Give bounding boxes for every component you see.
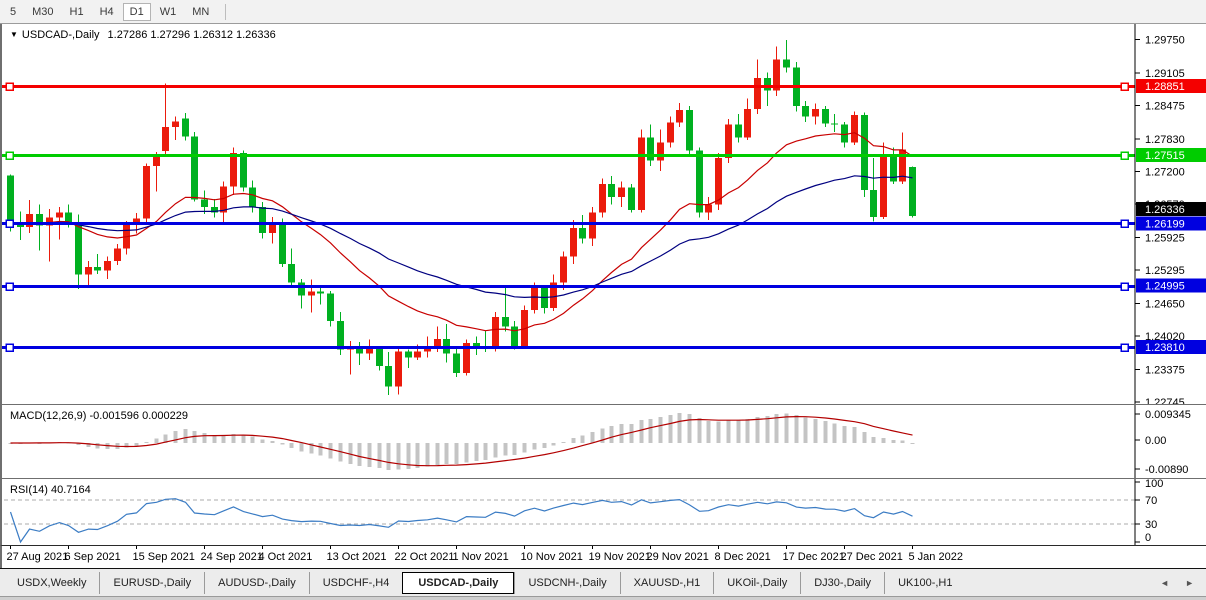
svg-text:10 Nov 2021: 10 Nov 2021 — [521, 551, 583, 563]
svg-text:1.25295: 1.25295 — [1145, 265, 1185, 277]
rsi-canvas[interactable]: 100 70 300 — [2, 479, 1206, 545]
svg-text:17 Dec 2021: 17 Dec 2021 — [783, 551, 845, 563]
price-chart-pane[interactable]: 1.297501.291051.284751.278301.272001.265… — [0, 24, 1206, 405]
svg-text:1 Nov 2021: 1 Nov 2021 — [453, 551, 509, 563]
svg-text:4 Oct 2021: 4 Oct 2021 — [259, 551, 313, 563]
svg-text:29 Nov 2021: 29 Nov 2021 — [647, 551, 709, 563]
tab-eurusd-daily[interactable]: EURUSD-,Daily — [99, 572, 204, 594]
svg-text:1.26336: 1.26336 — [1145, 204, 1185, 216]
svg-text:6 Sep 2021: 6 Sep 2021 — [65, 551, 121, 563]
svg-text:1.27830: 1.27830 — [1145, 134, 1185, 146]
svg-text:0.009345: 0.009345 — [1145, 409, 1191, 421]
svg-text:1.25925: 1.25925 — [1145, 233, 1185, 245]
timeframe-toolbar: 5 M30 H1 H4 D1 W1 MN — [0, 0, 1206, 24]
svg-text:1.28851: 1.28851 — [1145, 81, 1185, 93]
svg-text:19 Nov 2021: 19 Nov 2021 — [589, 551, 651, 563]
date-axis-canvas: 27 Aug 20216 Sep 2021 15 Sep 2021 24 Sep 2… — [2, 546, 1206, 568]
macd-title: MACD(12,26,9) -0.001596 0.000229 — [10, 410, 188, 422]
timeframe-d1-button[interactable]: D1 — [123, 3, 151, 21]
date-axis[interactable]: 27 Aug 20216 Sep 2021 15 Sep 2021 24 Sep 2… — [0, 546, 1206, 568]
svg-text:5 Jan 2022: 5 Jan 2022 — [909, 551, 963, 563]
svg-text:0.00: 0.00 — [1145, 435, 1166, 447]
svg-text:70: 70 — [1145, 495, 1157, 507]
svg-text:0: 0 — [1145, 532, 1151, 544]
svg-text:1.28475: 1.28475 — [1145, 100, 1185, 112]
svg-text:27 Dec 2021: 27 Dec 2021 — [841, 551, 903, 563]
window-bottom-strip — [0, 596, 1206, 600]
timeframe-h4-button[interactable]: H4 — [93, 3, 121, 21]
svg-text:1.29105: 1.29105 — [1145, 68, 1185, 80]
svg-text:30: 30 — [1145, 519, 1157, 531]
tab-scroll-left-icon[interactable]: ◄ — [1160, 578, 1169, 588]
svg-text:1.24995: 1.24995 — [1145, 281, 1185, 293]
svg-text:27 Aug 2021: 27 Aug 2021 — [7, 551, 69, 563]
chart-tab-bar: USDX,Weekly EURUSD-,Daily AUDUSD-,Daily … — [0, 568, 1206, 596]
timeframe-m5-button[interactable]: 5 — [3, 3, 23, 21]
macd-indicator-pane[interactable]: 0.009345 0.00 -0.00890 MACD(12,26,9) -0.00… — [0, 405, 1206, 479]
svg-text:8 Dec 2021: 8 Dec 2021 — [715, 551, 771, 563]
timeframe-m30-button[interactable]: M30 — [25, 3, 60, 21]
rsi-title: RSI(14) 40.7164 — [10, 484, 91, 496]
timeframe-mn-button[interactable]: MN — [185, 3, 216, 21]
chart-ohlc-values: 1.27286 1.27296 1.26312 1.26336 — [108, 29, 276, 41]
tab-ukoil-daily[interactable]: UKOil-,Daily — [713, 572, 800, 594]
svg-text:1.23810: 1.23810 — [1145, 342, 1185, 354]
svg-text:1.27200: 1.27200 — [1145, 166, 1185, 178]
tab-uk100-h1[interactable]: UK100-,H1 — [884, 572, 965, 594]
tab-audusd-daily[interactable]: AUDUSD-,Daily — [204, 572, 309, 594]
rsi-indicator-pane[interactable]: 100 70 300 RSI(14) 40.7164 — [0, 479, 1206, 546]
svg-text:100: 100 — [1145, 479, 1163, 490]
svg-text:1.24650: 1.24650 — [1145, 299, 1185, 311]
svg-text:1.22745: 1.22745 — [1145, 397, 1185, 404]
svg-text:1.26199: 1.26199 — [1145, 218, 1185, 230]
svg-text:15 Sep 2021: 15 Sep 2021 — [133, 551, 195, 563]
svg-text:1.23375: 1.23375 — [1145, 365, 1185, 377]
tab-usdcnh-daily[interactable]: USDCNH-,Daily — [514, 572, 619, 594]
svg-text:-0.00890: -0.00890 — [1145, 464, 1188, 476]
chart-title: ▼ USDCAD-,Daily 1.27286 1.27296 1.26312 1.… — [10, 29, 276, 41]
toolbar-separator — [225, 4, 226, 20]
chart-symbol-label: USDCAD-,Daily — [22, 29, 100, 41]
tab-dj30-daily[interactable]: DJ30-,Daily — [800, 572, 884, 594]
svg-text:1.29750: 1.29750 — [1145, 34, 1185, 46]
timeframe-h1-button[interactable]: H1 — [63, 3, 91, 21]
tab-scroll-right-icon[interactable]: ► — [1185, 578, 1194, 588]
svg-text:22 Oct 2021: 22 Oct 2021 — [395, 551, 455, 563]
timeframe-w1-button[interactable]: W1 — [153, 3, 184, 21]
tab-usdcad-daily[interactable]: USDCAD-,Daily — [402, 572, 514, 594]
tab-usdx-weekly[interactable]: USDX,Weekly — [4, 572, 99, 594]
svg-text:13 Oct 2021: 13 Oct 2021 — [327, 551, 387, 563]
svg-text:1.27515: 1.27515 — [1145, 150, 1185, 162]
tab-xauusd-h1[interactable]: XAUUSD-,H1 — [620, 572, 714, 594]
symbol-dropdown-icon[interactable]: ▼ — [10, 30, 18, 39]
tab-usdchf-h4[interactable]: USDCHF-,H4 — [309, 572, 403, 594]
svg-text:24 Sep 2021: 24 Sep 2021 — [201, 551, 263, 563]
price-chart-canvas[interactable]: 1.297501.291051.284751.278301.272001.265… — [2, 24, 1206, 404]
